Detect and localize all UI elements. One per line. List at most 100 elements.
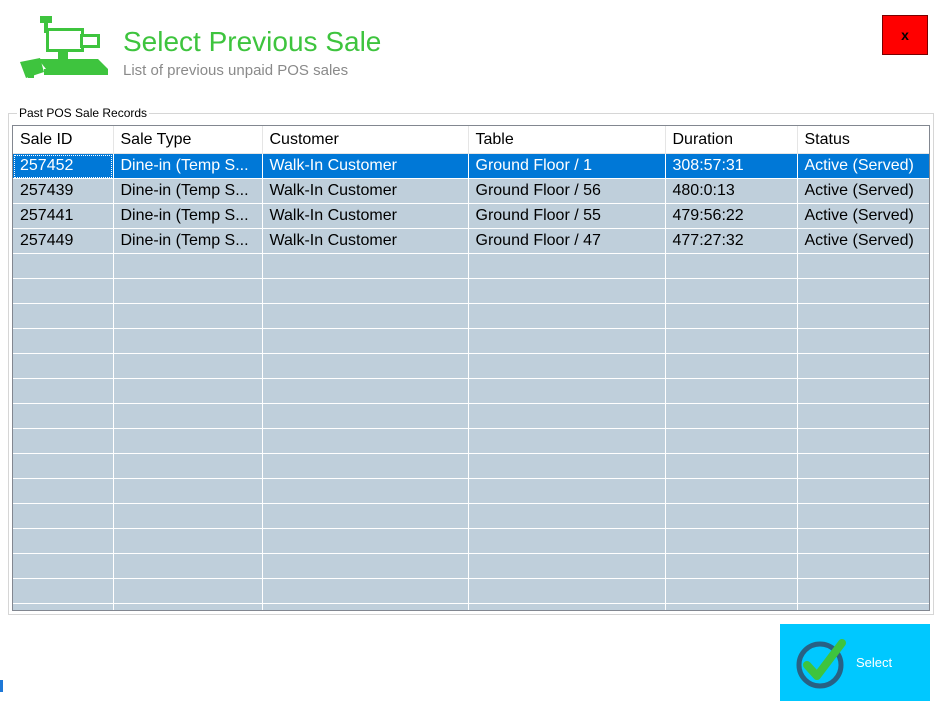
empty-cell — [113, 328, 263, 354]
empty-cell — [113, 578, 263, 604]
empty-cell — [797, 578, 929, 604]
cell-sale-type: Dine-in (Temp S... — [113, 178, 263, 204]
table-row[interactable]: 257449 Dine-in (Temp S... Walk-In Custom… — [13, 228, 929, 254]
empty-cell — [468, 578, 666, 604]
table-row[interactable]: 257452 Dine-in (Temp S... Walk-In Custom… — [13, 153, 929, 179]
table-row[interactable]: 257441 Dine-in (Temp S... Walk-In Custom… — [13, 203, 929, 229]
empty-row — [13, 253, 929, 279]
cell-table: Ground Floor / 55 — [468, 203, 666, 229]
window-edge-marker — [0, 680, 3, 692]
empty-cell — [665, 503, 798, 529]
empty-row — [13, 578, 929, 604]
empty-row — [13, 478, 929, 504]
empty-cell — [665, 528, 798, 554]
empty-cell — [797, 428, 929, 454]
column-header-table[interactable]: Table — [468, 126, 666, 154]
pos-register-icon — [18, 12, 113, 87]
empty-cell — [113, 403, 263, 429]
empty-cell — [797, 353, 929, 379]
cell-duration: 308:57:31 — [665, 153, 798, 179]
empty-cell — [262, 278, 469, 304]
empty-cell — [113, 253, 263, 279]
empty-cell — [262, 578, 469, 604]
groupbox-label: Past POS Sale Records — [17, 106, 150, 120]
empty-row — [13, 503, 929, 529]
close-icon: x — [901, 27, 909, 43]
empty-cell — [665, 353, 798, 379]
empty-cell — [665, 453, 798, 479]
table-row[interactable]: 257439 Dine-in (Temp S... Walk-In Custom… — [13, 178, 929, 204]
checkmark-circle-icon — [794, 635, 850, 691]
empty-row — [13, 603, 929, 610]
empty-cell — [262, 553, 469, 579]
empty-cell — [113, 553, 263, 579]
empty-cell — [13, 353, 114, 379]
empty-cell — [13, 478, 114, 504]
cell-status: Active (Served) — [797, 203, 929, 229]
empty-cell — [468, 253, 666, 279]
cell-status: Active (Served) — [797, 178, 929, 204]
empty-cell — [262, 603, 469, 610]
cell-duration: 477:27:32 — [665, 228, 798, 254]
cell-sale-type: Dine-in (Temp S... — [113, 203, 263, 229]
empty-cell — [468, 553, 666, 579]
empty-cell — [262, 303, 469, 329]
cell-table: Ground Floor / 1 — [468, 153, 666, 179]
empty-row — [13, 428, 929, 454]
empty-cell — [262, 453, 469, 479]
empty-row — [13, 453, 929, 479]
empty-cell — [468, 403, 666, 429]
empty-cell — [665, 603, 798, 610]
empty-cell — [797, 378, 929, 404]
empty-cell — [262, 403, 469, 429]
cell-table: Ground Floor / 47 — [468, 228, 666, 254]
empty-cell — [468, 503, 666, 529]
empty-cell — [468, 378, 666, 404]
empty-cell — [13, 378, 114, 404]
dialog-subtitle: List of previous unpaid POS sales — [123, 62, 349, 79]
empty-cell — [797, 553, 929, 579]
empty-cell — [797, 603, 929, 610]
column-header-duration[interactable]: Duration — [665, 126, 798, 154]
select-button[interactable]: Select — [780, 624, 930, 701]
close-button[interactable]: x — [882, 15, 928, 55]
column-header-sale-type[interactable]: Sale Type — [113, 126, 263, 154]
empty-cell — [665, 428, 798, 454]
empty-cell — [468, 478, 666, 504]
empty-cell — [468, 303, 666, 329]
cell-customer: Walk-In Customer — [262, 178, 469, 204]
empty-cell — [262, 528, 469, 554]
empty-row — [13, 378, 929, 404]
empty-cell — [665, 278, 798, 304]
empty-cell — [262, 328, 469, 354]
empty-cell — [262, 478, 469, 504]
column-header-status[interactable]: Status — [797, 126, 929, 154]
empty-cell — [797, 478, 929, 504]
empty-cell — [797, 278, 929, 304]
column-header-customer[interactable]: Customer — [262, 126, 469, 154]
empty-cell — [665, 403, 798, 429]
cell-customer: Walk-In Customer — [262, 203, 469, 229]
empty-cell — [113, 453, 263, 479]
cell-sale-id: 257439 — [13, 178, 114, 204]
cell-sale-type: Dine-in (Temp S... — [113, 153, 263, 179]
cell-sale-type: Dine-in (Temp S... — [113, 228, 263, 254]
empty-cell — [13, 428, 114, 454]
empty-cell — [262, 253, 469, 279]
empty-cell — [262, 503, 469, 529]
empty-row — [13, 528, 929, 554]
empty-cell — [113, 503, 263, 529]
empty-row — [13, 328, 929, 354]
empty-cell — [468, 278, 666, 304]
empty-cell — [13, 553, 114, 579]
column-header-sale-id[interactable]: Sale ID — [13, 126, 114, 154]
empty-cell — [113, 378, 263, 404]
empty-cell — [665, 378, 798, 404]
cell-duration: 479:56:22 — [665, 203, 798, 229]
empty-cell — [13, 278, 114, 304]
empty-row — [13, 303, 929, 329]
dialog-title: Select Previous Sale — [123, 26, 382, 57]
empty-cell — [665, 478, 798, 504]
sales-grid[interactable]: Sale ID Sale Type Customer Table Duratio… — [12, 125, 930, 611]
empty-cell — [13, 403, 114, 429]
